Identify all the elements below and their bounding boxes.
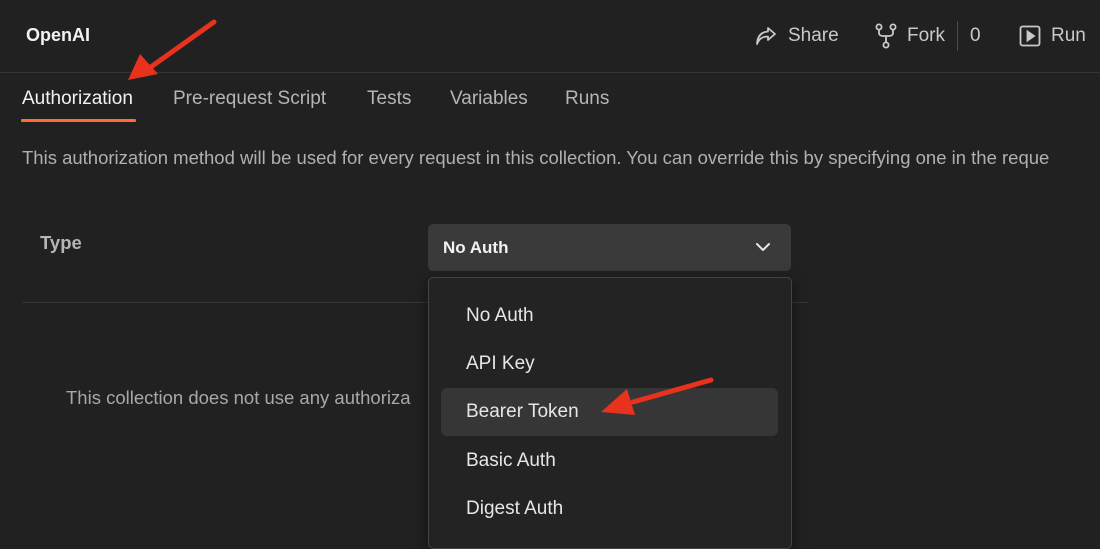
menu-item-bearer-token[interactable]: Bearer Token [441,388,778,436]
fork-divider [957,21,958,51]
auth-type-dropdown: No Auth API Key Bearer Token Basic Auth … [428,277,792,549]
auth-type-selected-value: No Auth [443,238,509,257]
run-button[interactable]: Run [1019,22,1086,50]
fork-button[interactable]: Fork [875,22,945,50]
share-label: Share [788,25,839,46]
menu-item-label: Basic Auth [466,450,556,471]
chevron-down-icon [755,240,771,259]
run-icon [1019,25,1041,47]
share-button[interactable]: Share [754,22,839,50]
auth-description: This authorization method will be used f… [22,147,1050,168]
tab-pre-request-script[interactable]: Pre-request Script [173,88,326,110]
run-label: Run [1051,25,1086,46]
menu-item-label: API Key [466,353,535,374]
menu-item-digest-auth[interactable]: Digest Auth [441,485,778,533]
no-auth-message: This collection does not use any authori… [66,387,411,408]
menu-item-label: Bearer Token [466,401,579,422]
menu-item-api-key[interactable]: API Key [441,340,778,388]
fork-icon [875,23,897,49]
fork-label: Fork [907,25,945,46]
tab-authorization[interactable]: Authorization [22,88,133,110]
menu-item-label: No Auth [466,305,534,326]
type-label: Type [40,232,82,253]
tab-variables[interactable]: Variables [450,88,528,110]
collection-header: OpenAI Share Fork 0 Run [0,0,1100,73]
menu-item-label: Digest Auth [466,498,564,519]
tab-bar: Authorization Pre-request Script Tests V… [0,73,1100,125]
fork-count: 0 [970,25,981,46]
collection-title: OpenAI [26,25,91,45]
share-icon [754,25,778,47]
tab-runs[interactable]: Runs [565,88,609,110]
menu-item-basic-auth[interactable]: Basic Auth [441,437,778,485]
active-tab-indicator [21,119,136,122]
tab-tests[interactable]: Tests [367,88,411,110]
menu-item-no-auth[interactable]: No Auth [441,292,778,340]
auth-type-select[interactable]: No Auth [428,224,791,271]
